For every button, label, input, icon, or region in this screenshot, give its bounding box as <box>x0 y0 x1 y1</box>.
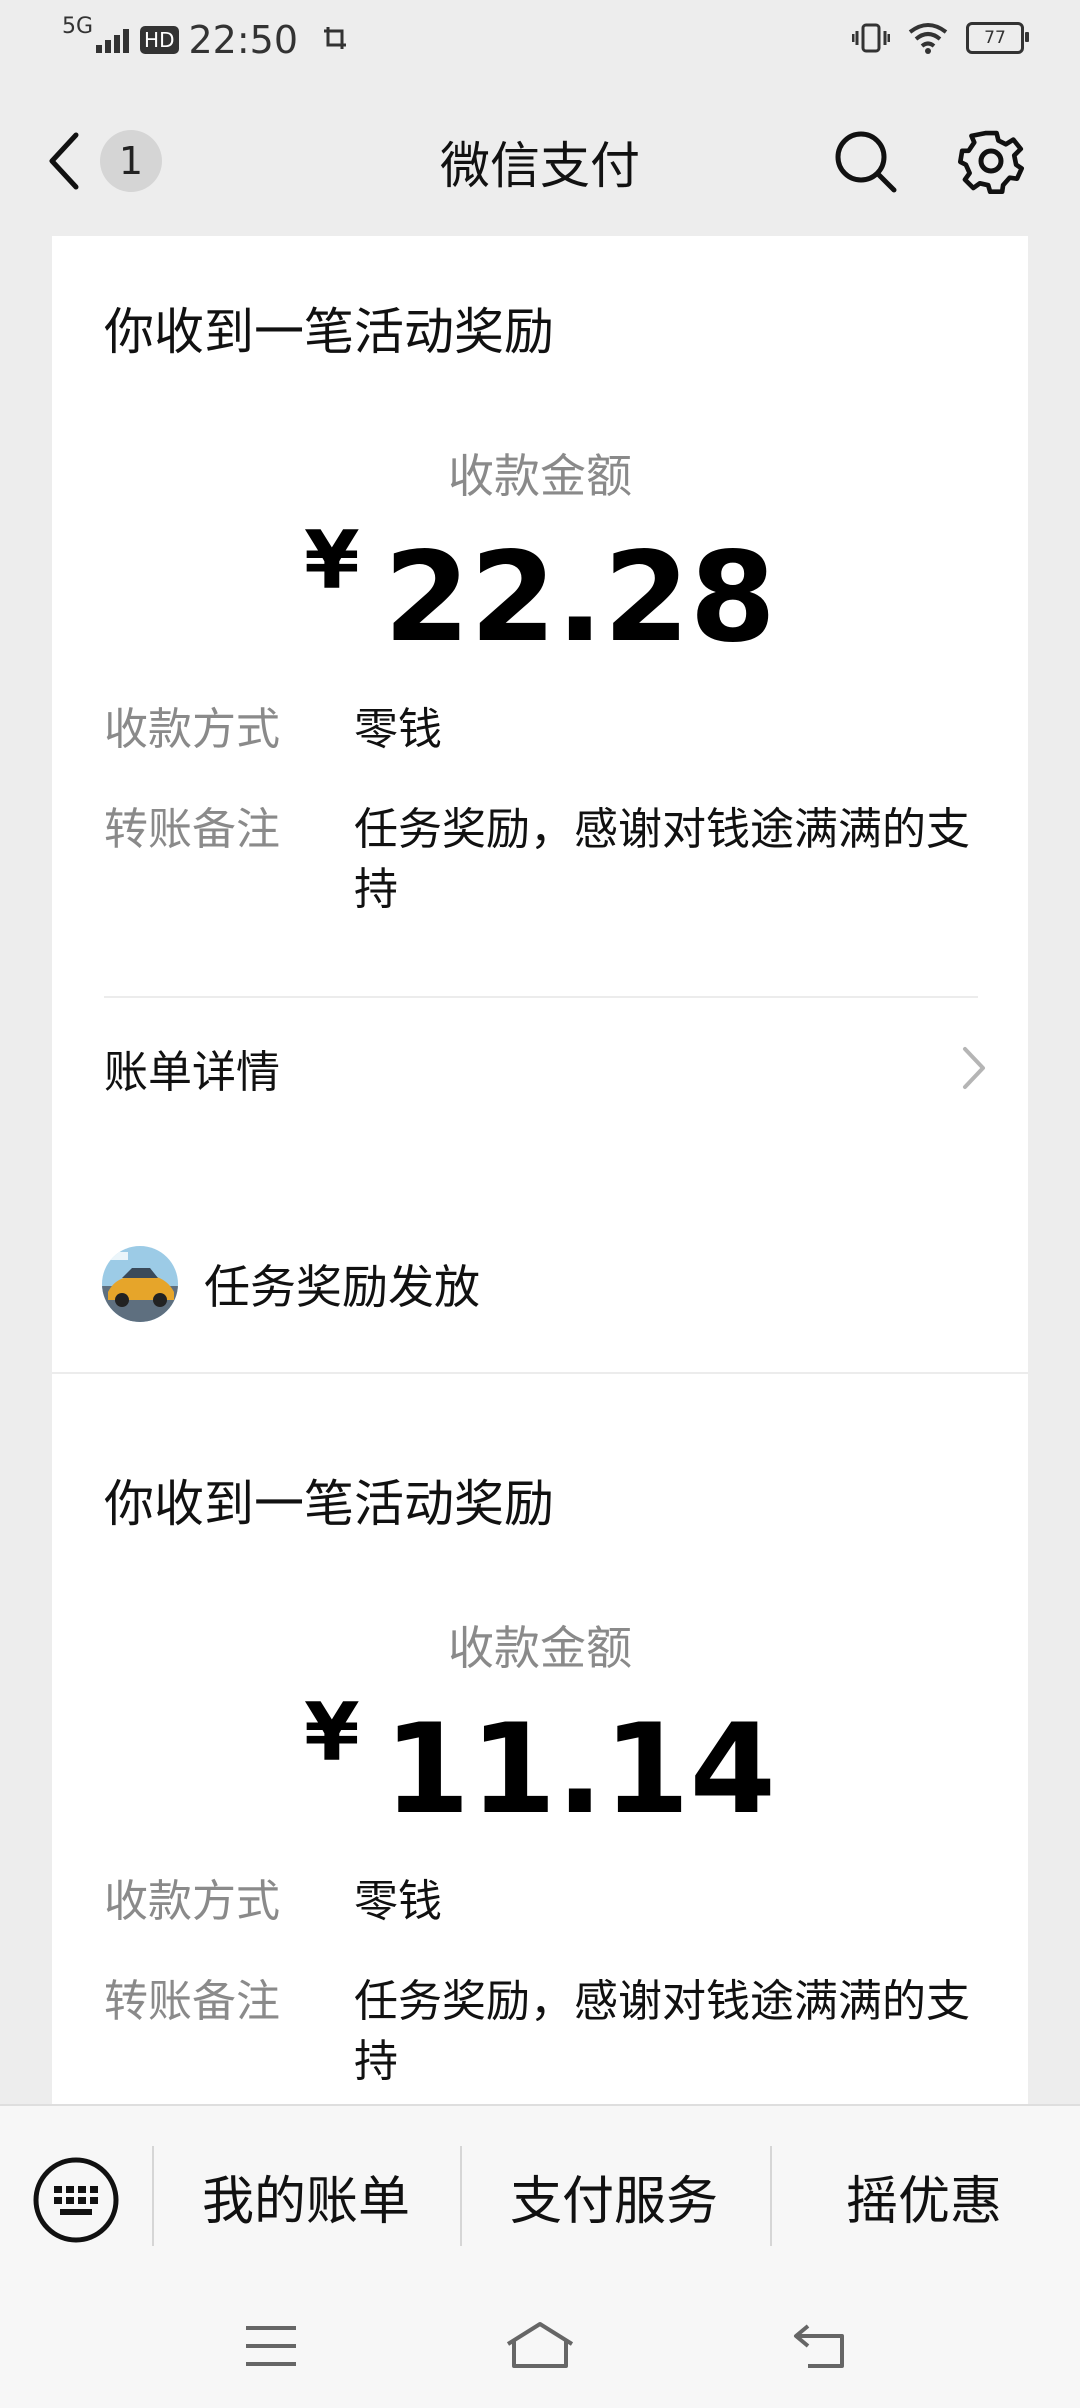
sender-header[interactable]: 任务奖励发放 <box>52 1196 1028 1374</box>
info-row: 收款方式 零钱 <box>104 1872 978 1932</box>
keyboard-toggle-icon[interactable] <box>30 2154 122 2246</box>
message-list[interactable]: 你收到一笔活动奖励 收款金额 ¥22.28 收款方式 零钱 转账备注 任务奖励，… <box>0 236 1080 2104</box>
status-bar: 5G HD 22:50 77 <box>0 0 1080 86</box>
divider <box>104 996 978 998</box>
bill-detail-label: 账单详情 <box>104 1047 280 1098</box>
info-key: 收款方式 <box>104 1876 280 1927</box>
info-value: 任务奖励，感谢对钱途满满的支持 <box>354 1976 970 2087</box>
menu-shake-offers[interactable]: 摇优惠 <box>774 2146 1074 2246</box>
menu-icon[interactable] <box>244 2324 298 2368</box>
car-avatar-image <box>102 1246 178 1322</box>
sender-avatar <box>102 1246 178 1322</box>
amount-label: 收款金额 <box>448 1621 632 1675</box>
home-icon[interactable] <box>504 2320 576 2370</box>
menu-payment-services[interactable]: 支付服务 <box>464 2146 764 2246</box>
amount-value: ¥11.14 <box>52 1686 1028 1842</box>
bill-detail-link[interactable]: 账单详情 <box>104 1018 988 1118</box>
info-row: 收款方式 零钱 <box>104 700 978 760</box>
page-title: 微信支付 <box>440 137 640 195</box>
gear-icon[interactable] <box>956 126 1026 196</box>
info-key: 收款方式 <box>104 704 280 755</box>
network-type: 5G <box>62 13 94 39</box>
nav-bar: 1 微信支付 <box>0 86 1080 236</box>
currency-symbol: ¥ <box>304 1686 360 1779</box>
info-key: 转账备注 <box>104 1976 280 2027</box>
info-value: 任务奖励，感谢对钱途满满的支持 <box>354 804 970 915</box>
amount-value: ¥22.28 <box>52 514 1028 670</box>
menu-my-bills[interactable]: 我的账单 <box>156 2146 456 2246</box>
sender-name: 任务奖励发放 <box>204 1260 480 1314</box>
search-icon[interactable] <box>830 126 900 196</box>
amount-label: 收款金额 <box>448 449 632 503</box>
screenshot-icon <box>324 27 347 49</box>
info-row: 转账备注 任务奖励，感谢对钱途满满的支持 <box>104 800 978 920</box>
hd-badge: HD <box>140 26 179 54</box>
message-title: 你收到一笔活动奖励 <box>104 1475 554 1533</box>
payment-message-card: 任务奖励发放 你收到一笔活动奖励 收款金额 ¥11.14 收款方式 零钱 转账备… <box>52 1196 1028 2104</box>
info-value: 零钱 <box>354 704 442 755</box>
vibrate-icon <box>852 23 890 53</box>
signal-bars-icon <box>96 28 130 53</box>
amount-number: 11.14 <box>383 1698 776 1842</box>
menu-separator <box>152 2146 154 2246</box>
info-key: 转账备注 <box>104 804 280 855</box>
menu-separator <box>460 2146 462 2246</box>
chevron-right-icon <box>963 1047 985 1089</box>
info-value: 零钱 <box>354 1876 442 1927</box>
amount-number: 22.28 <box>383 526 776 670</box>
menu-separator <box>770 2146 772 2246</box>
signal-icon: 5G <box>62 14 130 53</box>
back-gesture-icon[interactable] <box>792 2322 848 2370</box>
wifi-icon <box>908 23 948 54</box>
battery-level: 77 <box>984 28 1006 48</box>
battery-icon: 77 <box>966 22 1029 54</box>
bottom-menu-bar: 我的账单 支付服务 摇优惠 <box>0 2104 1080 2286</box>
message-title: 你收到一笔活动奖励 <box>104 303 554 361</box>
info-row: 转账备注 任务奖励，感谢对钱途满满的支持 <box>104 1972 978 2092</box>
clock: 22:50 <box>188 18 299 62</box>
currency-symbol: ¥ <box>304 514 360 607</box>
system-nav-bar <box>0 2284 1080 2408</box>
